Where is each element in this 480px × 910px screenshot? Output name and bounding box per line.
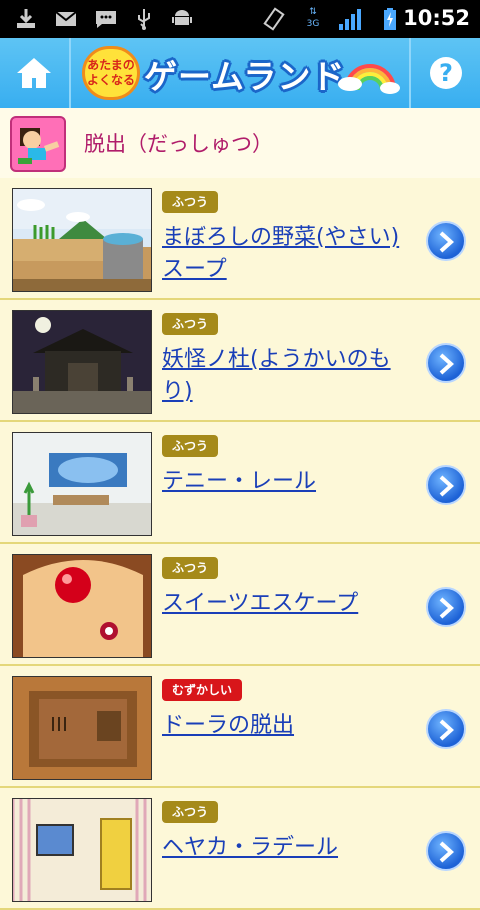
game-row[interactable]: ふつう 妖怪ノ杜(ようかいのもり) — [0, 300, 480, 422]
game-title-link[interactable]: 妖怪ノ杜(ようかいのもり) — [162, 344, 417, 408]
logo-tagline: あたまのよくなる — [82, 46, 140, 100]
app-logo: あたまのよくなる ゲームランド — [80, 44, 400, 102]
game-title-link[interactable]: まぼろしの野菜(やさい)スープ — [162, 222, 417, 286]
chat-icon — [96, 11, 116, 28]
game-thumbnail — [12, 798, 152, 902]
help-button[interactable]: ? — [412, 38, 480, 108]
game-thumbnail — [12, 676, 152, 780]
category-title: 脱出（だっしゅつ） — [84, 132, 273, 156]
app-header: あたまのよくなる ゲームランド ? — [0, 38, 480, 108]
network-indicator: ⇅ 3G — [306, 7, 320, 29]
game-thumbnail — [12, 432, 152, 536]
status-bar: ⇅ 3G 10:52 — [0, 0, 480, 38]
logo-title: ゲームランド — [144, 57, 346, 96]
chevron-right-icon — [439, 841, 454, 863]
game-row[interactable]: むずかしい ドーラの脱出 — [0, 666, 480, 788]
open-game-button[interactable] — [426, 343, 466, 383]
usb-icon — [138, 9, 150, 30]
game-title-link[interactable]: ドーラの脱出 — [162, 710, 417, 742]
open-game-button[interactable] — [426, 587, 466, 627]
chevron-right-icon — [439, 475, 454, 497]
header-divider — [409, 38, 411, 108]
game-row[interactable]: ふつう ヘヤカ・ラデール — [0, 788, 480, 910]
difficulty-badge: ふつう — [162, 801, 219, 823]
game-title-link[interactable]: テニー・レール — [162, 466, 417, 498]
chevron-right-icon — [439, 719, 454, 741]
game-row[interactable]: ふつう テニー・レール — [0, 422, 480, 544]
difficulty-badge: ふつう — [162, 191, 219, 213]
clock: 10:52 — [403, 6, 470, 30]
game-thumbnail — [12, 554, 152, 658]
open-game-button[interactable] — [426, 831, 466, 871]
rotate-icon — [263, 7, 285, 31]
chevron-right-icon — [439, 231, 454, 253]
category-header: 脱出（だっしゅつ） — [0, 108, 480, 179]
open-game-button[interactable] — [426, 709, 466, 749]
battery-charging-icon — [384, 8, 396, 30]
difficulty-badge: ふつう — [162, 313, 219, 335]
chevron-right-icon — [439, 353, 454, 375]
home-icon — [17, 58, 51, 88]
game-thumbnail — [12, 310, 152, 414]
game-title-link[interactable]: スイーツエスケープ — [162, 588, 417, 620]
header-divider — [69, 38, 71, 108]
game-thumbnail — [12, 188, 152, 292]
android-icon — [172, 10, 192, 25]
game-title-link[interactable]: ヘヤカ・ラデール — [162, 832, 417, 864]
game-row[interactable]: ふつう スイーツエスケープ — [0, 544, 480, 666]
rainbow-icon — [338, 64, 400, 94]
chevron-right-icon — [439, 597, 454, 619]
open-game-button[interactable] — [426, 465, 466, 505]
help-icon: ? — [430, 57, 462, 89]
difficulty-badge: ふつう — [162, 435, 219, 457]
network-label: 3G — [306, 19, 320, 29]
download-icon — [17, 9, 35, 28]
home-button[interactable] — [0, 38, 68, 108]
open-game-button[interactable] — [426, 221, 466, 261]
mail-icon — [55, 11, 77, 26]
signal-icon — [339, 9, 361, 30]
difficulty-badge: ふつう — [162, 557, 219, 579]
game-row[interactable]: ふつう まぼろしの野菜(やさい)スープ — [0, 178, 480, 300]
difficulty-badge: むずかしい — [162, 679, 243, 701]
escape-category-icon — [10, 116, 66, 172]
